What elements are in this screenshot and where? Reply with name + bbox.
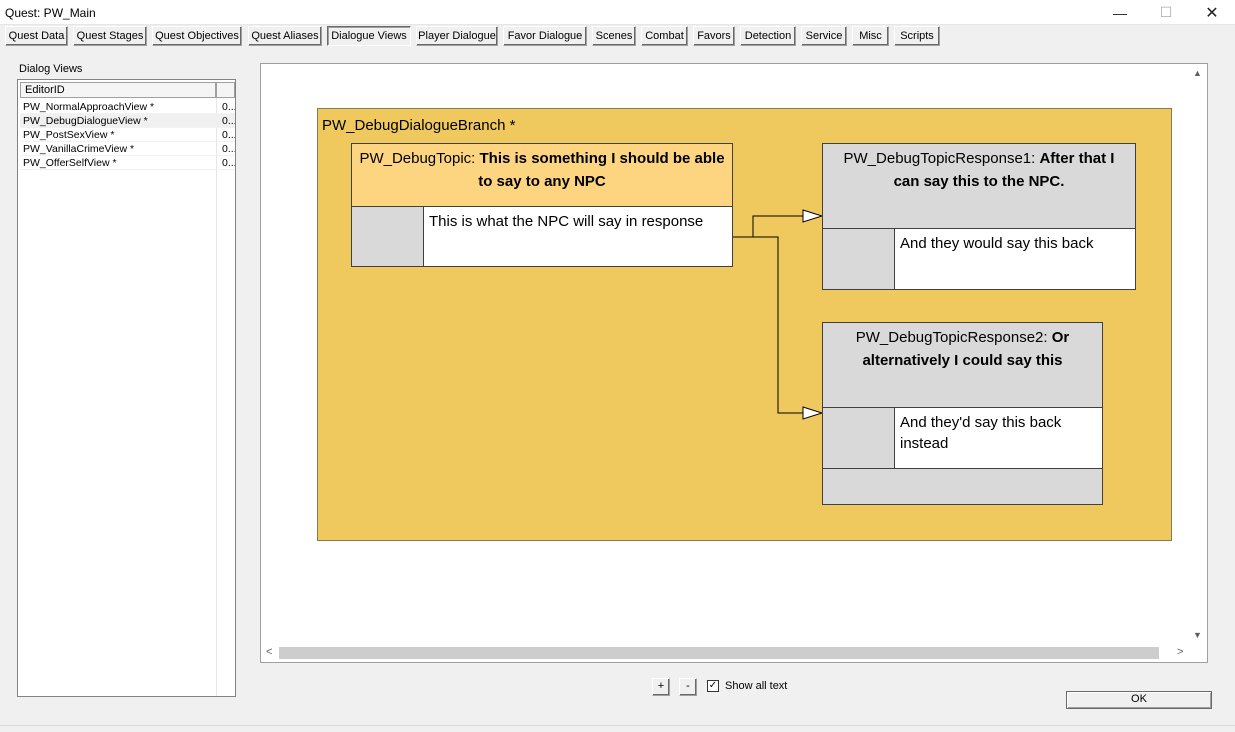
response1-header: PW_DebugTopicResponse1: After that I can…	[823, 144, 1135, 228]
tab-favor-dialogue[interactable]: Favor Dialogue	[503, 26, 587, 46]
connector-arrow-2	[802, 406, 824, 420]
dialog-views-list[interactable]: EditorID PW_NormalApproachView * 0... PW_…	[17, 79, 236, 697]
maximize-icon[interactable]: ☐	[1143, 0, 1189, 25]
connector-line-2	[732, 236, 803, 414]
status-strip	[0, 725, 1235, 732]
response2-response[interactable]: And they'd say this back instead	[823, 407, 1102, 468]
title-bar: Quest: PW_Main — ☐ ✕	[0, 0, 1235, 25]
tab-favors[interactable]: Favors	[693, 26, 735, 46]
scroll-left-icon[interactable]: <	[266, 646, 272, 658]
scroll-thumb[interactable]	[279, 647, 1159, 659]
response-thumbnail	[823, 229, 895, 289]
tab-misc[interactable]: Misc	[852, 26, 889, 46]
zoom-out-button[interactable]: -	[679, 678, 697, 696]
connector-arrow-1	[802, 209, 824, 223]
topic-response[interactable]: This is what the NPC will say in respons…	[352, 206, 732, 266]
tab-dialogue-views[interactable]: Dialogue Views	[327, 26, 411, 46]
topic-prompt: This is something I should be able to sa…	[478, 150, 725, 190]
list-item-selected[interactable]: PW_DebugDialogueView * 0...	[20, 114, 235, 128]
connector-line-1	[732, 215, 803, 238]
list-item[interactable]: PW_OfferSelfView * 0...	[20, 156, 235, 170]
topic-header: PW_DebugTopic: This is something I shoul…	[352, 144, 732, 206]
show-all-text-checkbox[interactable]: ✓	[707, 680, 719, 692]
response2-node[interactable]: PW_DebugTopicResponse2: Or alternatively…	[822, 322, 1103, 505]
minimize-icon[interactable]: —	[1097, 0, 1143, 25]
tab-service[interactable]: Service	[801, 26, 847, 46]
tab-player-dialogue[interactable]: Player Dialogue	[416, 26, 498, 46]
ok-button[interactable]: OK	[1066, 691, 1212, 709]
tab-combat[interactable]: Combat	[641, 26, 688, 46]
response1-response[interactable]: And they would say this back	[823, 228, 1135, 289]
response2-header: PW_DebugTopicResponse2: Or alternatively…	[823, 323, 1102, 407]
response-thumbnail	[352, 207, 424, 266]
list-item[interactable]: PW_VanillaCrimeView * 0...	[20, 142, 235, 156]
zoom-in-button[interactable]: +	[652, 678, 670, 696]
column-header-2[interactable]	[216, 82, 235, 98]
tab-scenes[interactable]: Scenes	[592, 26, 636, 46]
tab-quest-data[interactable]: Quest Data	[5, 26, 68, 46]
list-item[interactable]: PW_PostSexView * 0...	[20, 128, 235, 142]
scroll-up-icon[interactable]: ▲	[1193, 68, 1202, 78]
topic-node[interactable]: PW_DebugTopic: This is something I shoul…	[351, 143, 733, 267]
window-title: Quest: PW_Main	[5, 6, 96, 20]
response-thumbnail	[823, 408, 895, 468]
tab-quest-stages[interactable]: Quest Stages	[73, 26, 147, 46]
tab-quest-objectives[interactable]: Quest Objectives	[152, 26, 242, 46]
show-all-text-label: Show all text	[725, 680, 788, 692]
scroll-right-icon[interactable]: >	[1177, 646, 1183, 658]
response2-footer	[823, 468, 1102, 504]
response1-node[interactable]: PW_DebugTopicResponse1: After that I can…	[822, 143, 1136, 290]
tab-scripts[interactable]: Scripts	[894, 26, 940, 46]
dialogue-branch[interactable]: PW_DebugDialogueBranch * PW_DebugTopic: …	[317, 108, 1172, 541]
vertical-scrollbar[interactable]: ▲ ▼	[1189, 64, 1207, 644]
tab-quest-aliases[interactable]: Quest Aliases	[248, 26, 322, 46]
column-divider	[216, 98, 217, 696]
horizontal-scrollbar[interactable]: < >	[261, 644, 1189, 662]
close-icon[interactable]: ✕	[1189, 0, 1235, 25]
tab-detection[interactable]: Detection	[740, 26, 796, 46]
dialogue-canvas[interactable]: PW_DebugDialogueBranch * PW_DebugTopic: …	[260, 63, 1208, 663]
dialog-views-label: Dialog Views	[19, 63, 83, 75]
list-item[interactable]: PW_NormalApproachView * 0...	[20, 100, 235, 114]
scroll-down-icon[interactable]: ▼	[1193, 630, 1202, 640]
column-header-editorid[interactable]: EditorID	[20, 82, 216, 98]
